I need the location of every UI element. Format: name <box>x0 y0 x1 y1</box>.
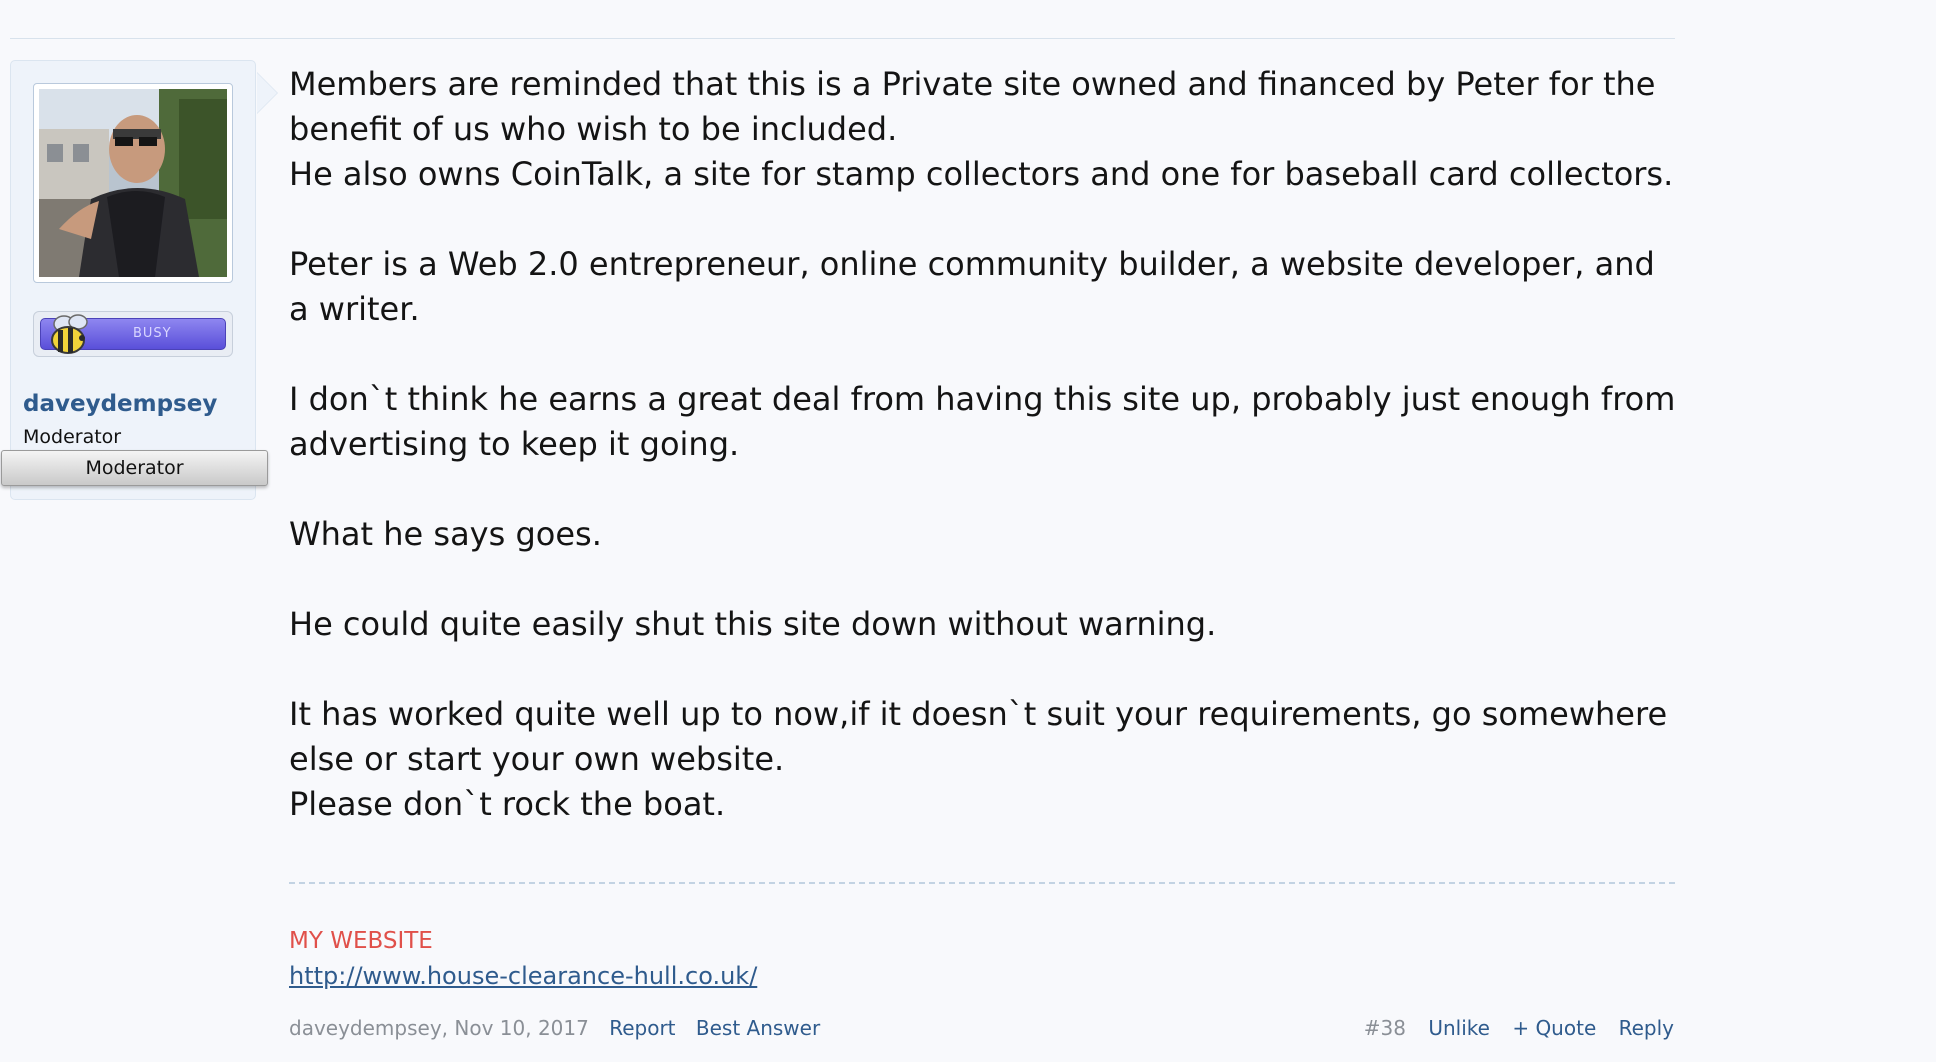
message-line: Peter is a Web 2.0 entrepreneur, online … <box>289 245 1655 328</box>
bee-icon <box>51 314 88 354</box>
quote-button[interactable]: + Quote <box>1512 1016 1596 1040</box>
user-banner: Moderator <box>1 450 268 486</box>
message-line: He also owns CoinTalk, a site for stamp … <box>289 155 1674 193</box>
user-title: Moderator <box>23 426 122 448</box>
signature-website-link[interactable]: http://www.house-clearance-hull.co.uk/ <box>289 962 757 990</box>
post-date[interactable]: Nov 10, 2017 <box>454 1016 588 1040</box>
best-answer-link[interactable]: Best Answer <box>696 1016 820 1040</box>
signature-heading: MY WEBSITE <box>289 928 433 954</box>
message-line: What he says goes. <box>289 515 602 553</box>
message-line: Please don`t rock the boat. <box>289 785 726 823</box>
unlike-button[interactable]: Unlike <box>1428 1016 1490 1040</box>
status-label: BUSY <box>133 326 172 341</box>
message-line: He could quite easily shut this site dow… <box>289 605 1217 643</box>
author-link[interactable]: daveydempsey <box>289 1016 442 1040</box>
message-meta-right: #38 Unlike + Quote Reply <box>1364 1016 1674 1040</box>
card-arrow <box>257 73 277 113</box>
avatar-photo <box>39 89 227 277</box>
signature-divider <box>289 882 1675 884</box>
user-info-card: BUSY daveydempsey Moderator Moderator <box>1 60 278 500</box>
reply-button[interactable]: Reply <box>1619 1016 1674 1040</box>
username-link[interactable]: daveydempsey <box>23 391 217 417</box>
avatar[interactable] <box>33 83 233 283</box>
message-line: I don`t think he earns a great deal from… <box>289 380 1676 463</box>
message-meta-left: daveydempsey, Nov 10, 2017 Report Best A… <box>289 1016 820 1040</box>
status-badge: BUSY <box>33 311 233 357</box>
message-line: It has worked quite well up to now,if it… <box>289 695 1668 778</box>
message-body: Members are reminded that this is a Priv… <box>289 62 1679 827</box>
top-divider <box>10 38 1675 39</box>
report-link[interactable]: Report <box>609 1016 675 1040</box>
message-line: Members are reminded that this is a Priv… <box>289 65 1656 148</box>
meta-separator: , <box>441 1016 449 1040</box>
post-number-link[interactable]: #38 <box>1364 1016 1406 1040</box>
